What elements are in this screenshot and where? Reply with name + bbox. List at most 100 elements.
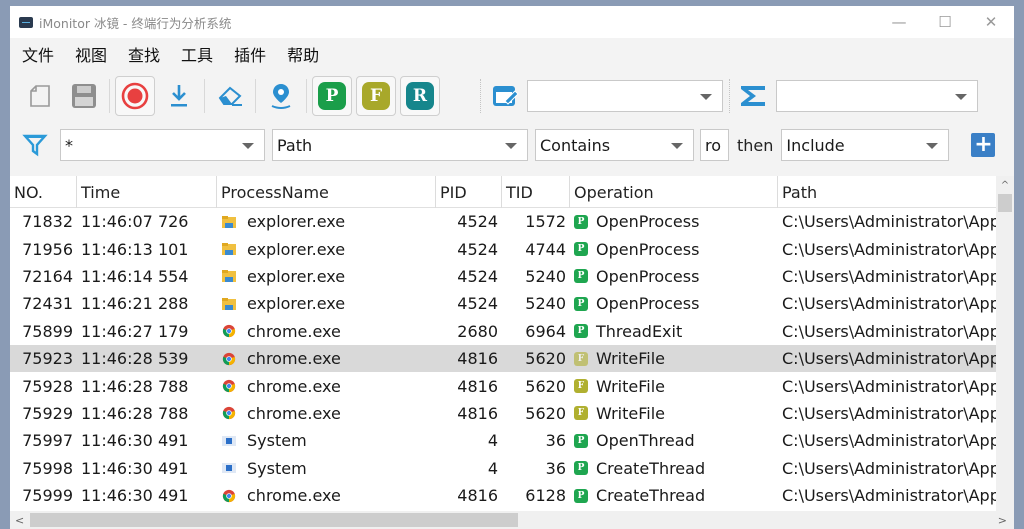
process-name: explorer.exe bbox=[247, 212, 346, 232]
condition-select[interactable]: Contains bbox=[535, 129, 694, 161]
table-row[interactable]: 71832 11:46:07 726 explorer.exe 4524 1572 P Op… bbox=[10, 208, 996, 235]
new-button[interactable] bbox=[20, 76, 60, 116]
download-button[interactable] bbox=[159, 76, 199, 116]
table-row[interactable]: 75929 11:46:28 788 chrome.exe 4816 5620 F Writ… bbox=[10, 400, 996, 427]
system-icon bbox=[222, 435, 236, 446]
process-name: chrome.exe bbox=[247, 376, 341, 396]
cell-pid: 2680 bbox=[457, 321, 498, 341]
maximize-button[interactable]: ☐ bbox=[922, 6, 968, 38]
cell-pid: 4524 bbox=[457, 266, 498, 286]
menu-view[interactable]: 视图 bbox=[75, 42, 107, 66]
cell-path: C:\Users\Administrator\App bbox=[782, 376, 996, 396]
system-icon bbox=[222, 463, 236, 474]
table-row[interactable]: 75997 11:46:30 491 System 4 36 P OpenThread C:\… bbox=[10, 427, 996, 454]
rule-select[interactable] bbox=[527, 80, 723, 112]
table-body: 71832 11:46:07 726 explorer.exe 4524 1572 P Op… bbox=[10, 208, 996, 509]
cell-no: 75923 bbox=[22, 349, 73, 369]
registry-filter-button[interactable]: R bbox=[400, 76, 440, 116]
cell-operation: P OpenProcess bbox=[570, 294, 778, 313]
process-name: chrome.exe bbox=[247, 321, 341, 341]
process-filter-button[interactable]: P bbox=[312, 76, 352, 116]
cell-pid: 4524 bbox=[457, 212, 498, 232]
toolbar: P F R bbox=[10, 70, 1014, 122]
cell-tid: 5240 bbox=[525, 294, 566, 314]
close-button[interactable]: ✕ bbox=[968, 6, 1014, 38]
cell-operation: F WriteFile bbox=[570, 404, 778, 423]
chevron-down-icon bbox=[926, 143, 939, 149]
cell-time: 11:46:28 539 bbox=[81, 349, 189, 369]
operation-name: WriteFile bbox=[596, 376, 666, 396]
add-filter-button[interactable]: + bbox=[971, 133, 996, 157]
horizontal-scroll-thumb[interactable] bbox=[30, 513, 518, 527]
table-row[interactable]: 75928 11:46:28 788 chrome.exe 4816 5620 F Writ… bbox=[10, 372, 996, 399]
menu-file[interactable]: 文件 bbox=[22, 42, 54, 66]
process-name: chrome.exe bbox=[247, 486, 341, 506]
clear-button[interactable] bbox=[210, 76, 250, 116]
operation-type-icon: P bbox=[574, 242, 588, 257]
cell-operation: P CreateThread bbox=[570, 486, 778, 505]
then-label: then bbox=[737, 135, 774, 155]
match-value-input[interactable]: ro bbox=[700, 129, 729, 161]
table-row[interactable]: 75923 11:46:28 539 chrome.exe 4816 5620 F Writ… bbox=[10, 344, 996, 373]
cell-time: 11:46:28 788 bbox=[81, 403, 189, 423]
cell-process: chrome.exe bbox=[217, 404, 436, 423]
column-header-operation[interactable]: Operation bbox=[570, 176, 778, 208]
new-document-icon bbox=[30, 85, 50, 107]
locate-button[interactable] bbox=[261, 76, 301, 116]
field-select[interactable]: Path bbox=[272, 129, 528, 161]
cell-path: C:\Users\Administrator\App bbox=[782, 403, 996, 423]
operation-name: CreateThread bbox=[596, 486, 706, 506]
title-bar: iMonitor 冰镜 - 终端行为分析系统 — ☐ ✕ bbox=[10, 6, 1014, 38]
menu-help[interactable]: 帮助 bbox=[287, 42, 319, 66]
scroll-left-icon[interactable]: < bbox=[15, 511, 24, 529]
table-row[interactable]: 72431 11:46:21 288 explorer.exe 4524 5240 P Op… bbox=[10, 290, 996, 317]
table-row[interactable]: 71956 11:46:13 101 explorer.exe 4524 4744 P Op… bbox=[10, 235, 996, 262]
table-row[interactable]: 72164 11:46:14 554 explorer.exe 4524 5240 P Op… bbox=[10, 263, 996, 290]
cell-pid: 4 bbox=[487, 458, 498, 478]
cell-process: System bbox=[217, 459, 436, 478]
operation-type-icon: P bbox=[574, 296, 588, 311]
menu-plugins[interactable]: 插件 bbox=[234, 42, 266, 66]
operation-type-icon: P bbox=[574, 433, 588, 448]
horizontal-scrollbar[interactable]: < > bbox=[10, 511, 1014, 529]
cell-process: chrome.exe bbox=[217, 377, 436, 396]
menu-tools[interactable]: 工具 bbox=[181, 42, 213, 66]
column-header-path[interactable]: Path bbox=[778, 176, 996, 208]
table-row[interactable]: 75998 11:46:30 491 System 4 36 P CreateThread C… bbox=[10, 455, 996, 482]
statistics-select[interactable] bbox=[776, 80, 978, 112]
action-select[interactable]: Include bbox=[781, 129, 950, 161]
registry-r-icon: R bbox=[406, 82, 434, 110]
cell-pid: 4816 bbox=[457, 376, 498, 396]
cell-path: C:\Users\Administrator\App bbox=[782, 349, 996, 369]
file-filter-button[interactable]: F bbox=[356, 76, 396, 116]
statistics-button[interactable] bbox=[736, 76, 770, 116]
file-f-icon: F bbox=[362, 82, 390, 110]
record-button[interactable] bbox=[115, 76, 155, 116]
table-row[interactable]: 75999 11:46:30 491 chrome.exe 4816 6128 P Crea… bbox=[10, 482, 996, 509]
column-header-processname[interactable]: ProcessName bbox=[217, 176, 436, 208]
menu-find[interactable]: 查找 bbox=[128, 42, 160, 66]
minimize-button[interactable]: — bbox=[876, 6, 922, 38]
save-button[interactable] bbox=[64, 76, 104, 116]
record-icon bbox=[121, 82, 149, 110]
operation-name: OpenProcess bbox=[596, 266, 700, 286]
column-header-tid[interactable]: TID bbox=[502, 176, 570, 208]
column-header-no[interactable]: NO. bbox=[10, 176, 77, 208]
cell-operation: F WriteFile bbox=[570, 349, 778, 368]
operation-name: OpenProcess bbox=[596, 212, 700, 232]
scroll-right-icon[interactable]: > bbox=[998, 511, 1007, 529]
process-filter-select[interactable]: * bbox=[60, 129, 265, 161]
process-name: explorer.exe bbox=[247, 239, 346, 259]
chrome-icon bbox=[222, 325, 236, 338]
column-header-time[interactable]: Time bbox=[77, 176, 217, 208]
process-filter-value: * bbox=[65, 135, 73, 155]
scroll-up-icon[interactable]: ^ bbox=[996, 176, 1014, 194]
rule-edit-button[interactable] bbox=[489, 76, 521, 116]
vertical-scroll-thumb[interactable] bbox=[998, 194, 1012, 212]
cell-no: 75929 bbox=[22, 403, 73, 423]
cell-time: 11:46:21 288 bbox=[81, 294, 189, 314]
table-row[interactable]: 75899 11:46:27 179 chrome.exe 2680 6964 P Thre… bbox=[10, 318, 996, 345]
column-header-pid[interactable]: PID bbox=[436, 176, 502, 208]
eraser-icon bbox=[218, 86, 242, 106]
vertical-scrollbar[interactable]: ^ bbox=[996, 176, 1014, 511]
